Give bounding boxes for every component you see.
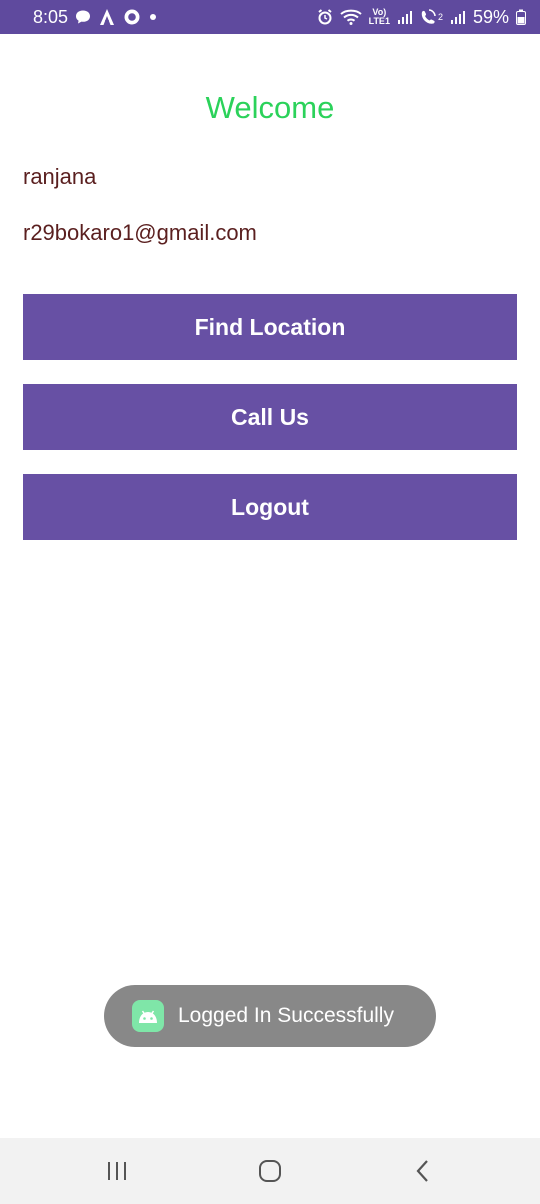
- dot-icon: [148, 12, 158, 22]
- call-us-button[interactable]: Call Us: [23, 384, 517, 450]
- status-bar: 8:05 Vo) LTE1 2 59%: [0, 0, 540, 34]
- status-left: 8:05: [33, 7, 158, 28]
- toast: Logged In Successfully: [104, 985, 436, 1047]
- user-name: ranjana: [23, 164, 97, 189]
- status-time: 8:05: [33, 6, 69, 27]
- home-icon[interactable]: [240, 1146, 300, 1196]
- sim2-label: 2: [437, 12, 443, 22]
- volte-icon: Vo) LTE1: [369, 8, 390, 26]
- welcome-title: Welcome: [205, 90, 335, 125]
- back-icon[interactable]: [393, 1146, 453, 1196]
- battery-percent: 59%: [472, 6, 509, 27]
- find-location-button[interactable]: Find Location: [23, 294, 517, 360]
- navigation-bar: [0, 1138, 540, 1204]
- signal-icon: [450, 10, 466, 24]
- signal-icon: [397, 10, 413, 24]
- battery-icon: [516, 9, 526, 25]
- toast-message: Logged In Successfully: [178, 1004, 394, 1027]
- android-icon: [132, 1000, 164, 1032]
- wifi-calling-icon: 2: [420, 9, 443, 25]
- alarm-icon: [317, 9, 333, 25]
- status-right: Vo) LTE1 2 59%: [317, 7, 526, 28]
- message-icon: [75, 9, 91, 25]
- circle-app-icon: [123, 8, 141, 26]
- volte-label-bottom: LTE1: [368, 16, 390, 26]
- wifi-icon: [339, 9, 362, 25]
- logout-button[interactable]: Logout: [23, 474, 517, 540]
- a-app-icon: [98, 8, 116, 26]
- user-email: r29bokaro1@gmail.com: [23, 220, 257, 245]
- recent-apps-icon[interactable]: [87, 1146, 147, 1196]
